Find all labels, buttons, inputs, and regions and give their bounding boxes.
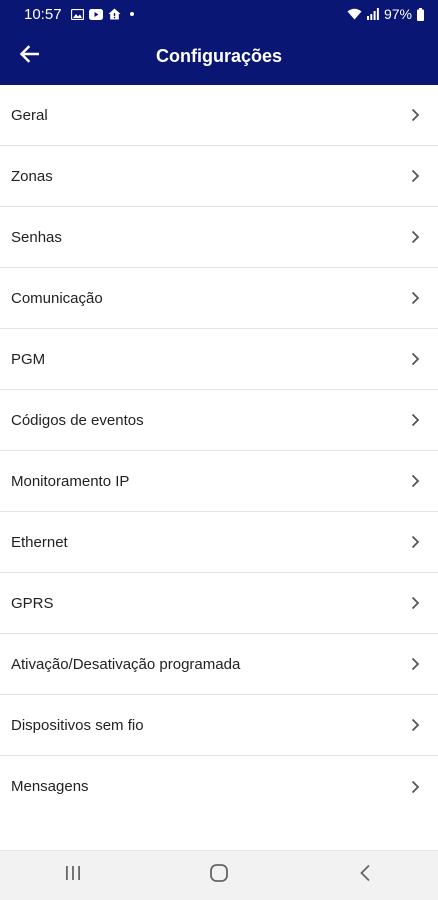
chevron-right-icon <box>411 230 420 244</box>
youtube-icon <box>88 8 103 20</box>
chevron-right-icon <box>411 657 420 671</box>
settings-item-ativacao-programada[interactable]: Ativação/Desativação programada <box>0 634 438 695</box>
settings-item-label: Códigos de eventos <box>11 411 144 429</box>
settings-item-ethernet[interactable]: Ethernet <box>0 512 438 573</box>
settings-item-label: Comunicação <box>11 289 103 307</box>
chevron-right-icon <box>411 291 420 305</box>
settings-item-geral[interactable]: Geral <box>0 85 438 146</box>
settings-item-label: Dispositivos sem fio <box>11 716 144 734</box>
chevron-right-icon <box>411 535 420 549</box>
status-time: 10:57 <box>24 5 62 23</box>
wifi-icon <box>347 8 362 20</box>
settings-item-monitoramento-ip[interactable]: Monitoramento IP <box>0 451 438 512</box>
back-icon <box>359 864 371 887</box>
settings-item-label: Zonas <box>11 167 53 185</box>
chevron-right-icon <box>411 413 420 427</box>
battery-icon <box>417 7 424 21</box>
app-bar: Configurações <box>0 28 438 85</box>
settings-list: Geral Zonas Senhas Comunicação PGM Códig… <box>0 85 438 817</box>
status-bar: 10:57 97% <box>0 0 438 28</box>
system-nav-bar <box>0 850 438 900</box>
home-alert-icon <box>108 8 121 20</box>
battery-percent: 97% <box>383 6 412 22</box>
settings-item-label: GPRS <box>11 594 54 612</box>
chevron-right-icon <box>411 474 420 488</box>
settings-item-comunicacao[interactable]: Comunicação <box>0 268 438 329</box>
back-button[interactable] <box>0 28 58 85</box>
screen: 10:57 97% Configurações Geral Zonas Senh… <box>0 0 438 900</box>
settings-item-zonas[interactable]: Zonas <box>0 146 438 207</box>
gallery-icon <box>70 8 84 20</box>
settings-item-label: Geral <box>11 106 48 124</box>
signal-icon <box>366 8 379 20</box>
settings-item-senhas[interactable]: Senhas <box>0 207 438 268</box>
settings-item-label: Monitoramento IP <box>11 472 130 490</box>
settings-item-mensagens[interactable]: Mensagens <box>0 756 438 817</box>
chevron-right-icon <box>411 169 420 183</box>
page-title: Configurações <box>155 46 283 66</box>
settings-item-label: PGM <box>11 350 46 368</box>
chevron-right-icon <box>411 780 420 794</box>
settings-item-codigos-de-eventos[interactable]: Códigos de eventos <box>0 390 438 451</box>
settings-item-pgm[interactable]: PGM <box>0 329 438 390</box>
home-button[interactable] <box>189 851 249 900</box>
arrow-left-icon <box>19 45 40 68</box>
recent-apps-icon <box>64 865 82 886</box>
status-right: 97% <box>347 6 424 22</box>
notification-dot-icon <box>129 12 134 16</box>
chevron-right-icon <box>411 352 420 366</box>
recent-apps-button[interactable] <box>43 851 103 900</box>
settings-item-dispositivos-sem-fio[interactable]: Dispositivos sem fio <box>0 695 438 756</box>
settings-item-label: Mensagens <box>11 778 89 795</box>
chevron-right-icon <box>411 596 420 610</box>
status-left: 10:57 <box>24 6 134 23</box>
system-back-button[interactable] <box>335 851 395 900</box>
settings-item-gprs[interactable]: GPRS <box>0 573 438 634</box>
chevron-right-icon <box>411 108 420 122</box>
settings-item-label: Ativação/Desativação programada <box>11 655 241 673</box>
chevron-right-icon <box>411 718 420 732</box>
home-icon <box>209 863 229 888</box>
settings-item-label: Ethernet <box>11 533 68 551</box>
settings-item-label: Senhas <box>11 228 62 246</box>
